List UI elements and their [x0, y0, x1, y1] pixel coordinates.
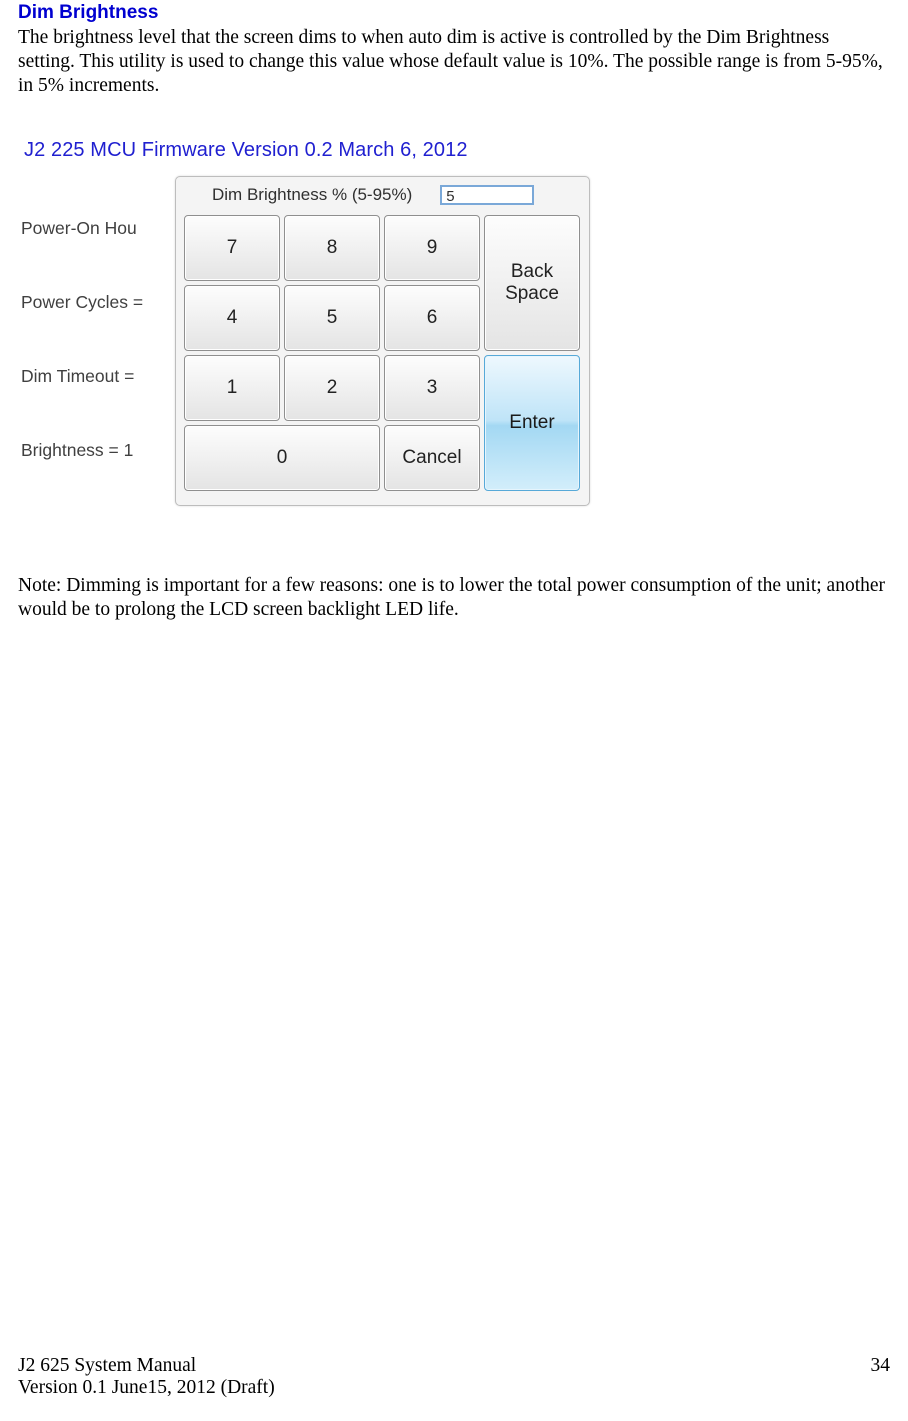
body-paragraph: The brightness level that the screen dim… — [18, 26, 890, 97]
footer-page-number: 34 — [871, 1355, 891, 1377]
footer-doc-title: J2 625 System Manual — [18, 1355, 196, 1377]
key-6[interactable]: 6 — [384, 285, 480, 351]
dim-brightness-input[interactable]: 5 — [440, 185, 534, 205]
page-footer: J2 625 System Manual 34 Version 0.1 June… — [18, 1355, 890, 1399]
key-2[interactable]: 2 — [284, 355, 380, 421]
dialog-label: Dim Brightness % (5-95%) — [212, 185, 412, 205]
key-4[interactable]: 4 — [184, 285, 280, 351]
key-7[interactable]: 7 — [184, 215, 280, 281]
key-1[interactable]: 1 — [184, 355, 280, 421]
bg-label-poweron: Power-On Hou — [21, 218, 137, 239]
section-heading: Dim Brightness — [18, 2, 890, 24]
key-cancel[interactable]: Cancel — [384, 425, 480, 491]
key-backspace[interactable]: Back Space — [484, 215, 580, 351]
footer-doc-version: Version 0.1 June15, 2012 (Draft) — [18, 1377, 890, 1399]
window-title: J2 225 MCU Firmware Version 0.2 March 6,… — [24, 139, 890, 162]
embedded-screenshot: J2 225 MCU Firmware Version 0.2 March 6,… — [16, 139, 890, 546]
bg-label-brightness: Brightness = 1 — [21, 440, 133, 461]
key-3[interactable]: 3 — [384, 355, 480, 421]
bg-label-powercycles: Power Cycles = — [21, 292, 143, 313]
bg-label-dimtimeout: Dim Timeout = — [21, 366, 134, 387]
numeric-keypad: 7 8 9 Back Space 4 5 6 1 2 3 Enter 0 Can… — [184, 215, 581, 491]
key-0[interactable]: 0 — [184, 425, 380, 491]
note-paragraph: Note: Dimming is important for a few rea… — [18, 574, 890, 622]
key-5[interactable]: 5 — [284, 285, 380, 351]
key-enter[interactable]: Enter — [484, 355, 580, 491]
key-9[interactable]: 9 — [384, 215, 480, 281]
keypad-dialog: Dim Brightness % (5-95%) 5 7 8 9 Back Sp… — [175, 176, 590, 506]
key-8[interactable]: 8 — [284, 215, 380, 281]
